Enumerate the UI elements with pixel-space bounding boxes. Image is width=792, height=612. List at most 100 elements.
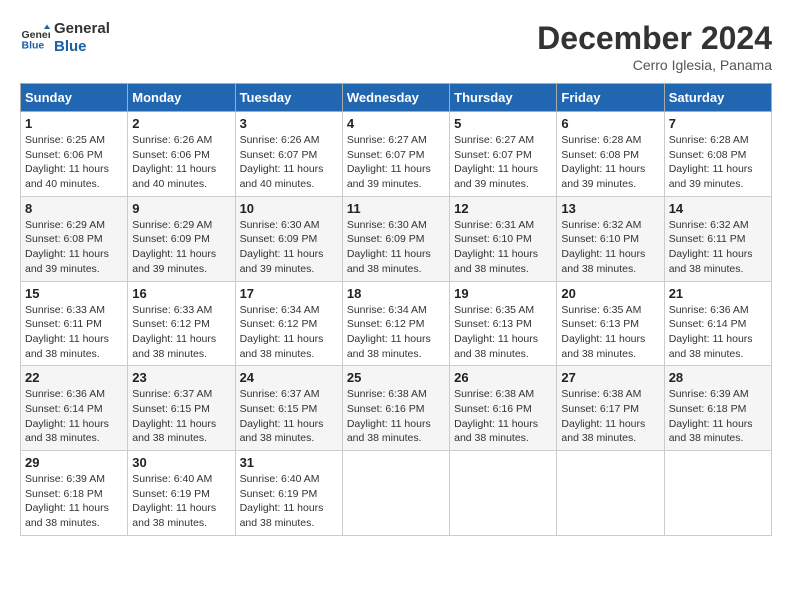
- day-info: Sunrise: 6:34 AM Sunset: 6:12 PM Dayligh…: [347, 303, 445, 362]
- day-info: Sunrise: 6:36 AM Sunset: 6:14 PM Dayligh…: [25, 387, 123, 446]
- day-info: Sunrise: 6:26 AM Sunset: 6:07 PM Dayligh…: [240, 133, 338, 192]
- calendar-cell: 25Sunrise: 6:38 AM Sunset: 6:16 PM Dayli…: [342, 366, 449, 451]
- title-block: December 2024 Cerro Iglesia, Panama: [537, 20, 772, 73]
- calendar-cell: 23Sunrise: 6:37 AM Sunset: 6:15 PM Dayli…: [128, 366, 235, 451]
- day-number: 9: [132, 201, 230, 216]
- calendar-cell: 15Sunrise: 6:33 AM Sunset: 6:11 PM Dayli…: [21, 281, 128, 366]
- calendar-week-row: 8Sunrise: 6:29 AM Sunset: 6:08 PM Daylig…: [21, 196, 772, 281]
- calendar-header-row: SundayMondayTuesdayWednesdayThursdayFrid…: [21, 84, 772, 112]
- calendar-cell: 22 Sunrise: 6:36 AM Sunset: 6:14 PM Dayli…: [21, 366, 128, 451]
- calendar-cell: 7Sunrise: 6:28 AM Sunset: 6:08 PM Daylig…: [664, 112, 771, 197]
- day-number: 16: [132, 286, 230, 301]
- day-number: 30: [132, 455, 230, 470]
- svg-text:Blue: Blue: [22, 40, 45, 52]
- day-info: Sunrise: 6:29 AM Sunset: 6:09 PM Dayligh…: [132, 218, 230, 277]
- day-number: 14: [669, 201, 767, 216]
- column-header-monday: Monday: [128, 84, 235, 112]
- calendar-cell: 12Sunrise: 6:31 AM Sunset: 6:10 PM Dayli…: [450, 196, 557, 281]
- calendar-week-row: 22 Sunrise: 6:36 AM Sunset: 6:14 PM Dayli…: [21, 366, 772, 451]
- day-number: 28: [669, 370, 767, 385]
- column-header-sunday: Sunday: [21, 84, 128, 112]
- day-info: Sunrise: 6:32 AM Sunset: 6:11 PM Dayligh…: [669, 218, 767, 277]
- day-number: 22: [25, 370, 123, 385]
- day-info: Sunrise: 6:27 AM Sunset: 6:07 PM Dayligh…: [454, 133, 552, 192]
- calendar-cell: 8Sunrise: 6:29 AM Sunset: 6:08 PM Daylig…: [21, 196, 128, 281]
- day-info: Sunrise: 6:33 AM Sunset: 6:11 PM Dayligh…: [25, 303, 123, 362]
- day-number: 11: [347, 201, 445, 216]
- day-info: Sunrise: 6:28 AM Sunset: 6:08 PM Dayligh…: [561, 133, 659, 192]
- column-header-tuesday: Tuesday: [235, 84, 342, 112]
- day-number: 3: [240, 116, 338, 131]
- day-number: 18: [347, 286, 445, 301]
- day-info: Sunrise: 6:27 AM Sunset: 6:07 PM Dayligh…: [347, 133, 445, 192]
- calendar-week-row: 15Sunrise: 6:33 AM Sunset: 6:11 PM Dayli…: [21, 281, 772, 366]
- day-number: 24: [240, 370, 338, 385]
- page-header: General Blue General Blue December 2024 …: [20, 20, 772, 73]
- day-info: Sunrise: 6:34 AM Sunset: 6:12 PM Dayligh…: [240, 303, 338, 362]
- calendar-cell: 17 Sunrise: 6:34 AM Sunset: 6:12 PM Dayli…: [235, 281, 342, 366]
- day-info: Sunrise: 6:36 AM Sunset: 6:14 PM Dayligh…: [669, 303, 767, 362]
- day-info: Sunrise: 6:35 AM Sunset: 6:13 PM Dayligh…: [561, 303, 659, 362]
- calendar-cell: 2 Sunrise: 6:26 AM Sunset: 6:06 PM Daylig…: [128, 112, 235, 197]
- logo-general-text: General: [54, 20, 110, 38]
- day-info: Sunrise: 6:25 AM Sunset: 6:06 PM Dayligh…: [25, 133, 123, 192]
- day-number: 29: [25, 455, 123, 470]
- day-info: Sunrise: 6:38 AM Sunset: 6:16 PM Dayligh…: [347, 387, 445, 446]
- calendar-cell: 28Sunrise: 6:39 AM Sunset: 6:18 PM Dayli…: [664, 366, 771, 451]
- column-header-thursday: Thursday: [450, 84, 557, 112]
- day-number: 2: [132, 116, 230, 131]
- day-number: 21: [669, 286, 767, 301]
- day-info: Sunrise: 6:28 AM Sunset: 6:08 PM Dayligh…: [669, 133, 767, 192]
- day-number: 10: [240, 201, 338, 216]
- calendar-cell: 5 Sunrise: 6:27 AM Sunset: 6:07 PM Daylig…: [450, 112, 557, 197]
- day-info: Sunrise: 6:40 AM Sunset: 6:19 PM Dayligh…: [132, 472, 230, 531]
- day-info: Sunrise: 6:33 AM Sunset: 6:12 PM Dayligh…: [132, 303, 230, 362]
- day-info: Sunrise: 6:37 AM Sunset: 6:15 PM Dayligh…: [132, 387, 230, 446]
- calendar-cell: 6Sunrise: 6:28 AM Sunset: 6:08 PM Daylig…: [557, 112, 664, 197]
- calendar-cell: [557, 451, 664, 536]
- day-number: 1: [25, 116, 123, 131]
- day-info: Sunrise: 6:39 AM Sunset: 6:18 PM Dayligh…: [25, 472, 123, 531]
- calendar-cell: 10 Sunrise: 6:30 AM Sunset: 6:09 PM Dayli…: [235, 196, 342, 281]
- day-number: 27: [561, 370, 659, 385]
- calendar-cell: 19 Sunrise: 6:35 AM Sunset: 6:13 PM Dayli…: [450, 281, 557, 366]
- logo-icon: General Blue: [20, 23, 50, 53]
- calendar-week-row: 1 Sunrise: 6:25 AM Sunset: 6:06 PM Daylig…: [21, 112, 772, 197]
- day-number: 12: [454, 201, 552, 216]
- calendar-cell: 26 Sunrise: 6:38 AM Sunset: 6:16 PM Dayli…: [450, 366, 557, 451]
- logo: General Blue General Blue: [20, 20, 110, 56]
- logo-blue-text: Blue: [54, 38, 110, 56]
- day-info: Sunrise: 6:30 AM Sunset: 6:09 PM Dayligh…: [240, 218, 338, 277]
- calendar-cell: 14 Sunrise: 6:32 AM Sunset: 6:11 PM Dayli…: [664, 196, 771, 281]
- day-number: 13: [561, 201, 659, 216]
- calendar-cell: 21 Sunrise: 6:36 AM Sunset: 6:14 PM Dayli…: [664, 281, 771, 366]
- calendar-cell: 3 Sunrise: 6:26 AM Sunset: 6:07 PM Daylig…: [235, 112, 342, 197]
- calendar-cell: 16 Sunrise: 6:33 AM Sunset: 6:12 PM Dayli…: [128, 281, 235, 366]
- month-year-title: December 2024: [537, 20, 772, 57]
- calendar-cell: [664, 451, 771, 536]
- calendar-cell: 31Sunrise: 6:40 AM Sunset: 6:19 PM Dayli…: [235, 451, 342, 536]
- day-number: 5: [454, 116, 552, 131]
- day-number: 19: [454, 286, 552, 301]
- calendar-cell: 9 Sunrise: 6:29 AM Sunset: 6:09 PM Daylig…: [128, 196, 235, 281]
- calendar-cell: 18 Sunrise: 6:34 AM Sunset: 6:12 PM Dayli…: [342, 281, 449, 366]
- day-info: Sunrise: 6:38 AM Sunset: 6:16 PM Dayligh…: [454, 387, 552, 446]
- calendar-cell: 24 Sunrise: 6:37 AM Sunset: 6:15 PM Dayli…: [235, 366, 342, 451]
- calendar-cell: 1 Sunrise: 6:25 AM Sunset: 6:06 PM Daylig…: [21, 112, 128, 197]
- day-info: Sunrise: 6:35 AM Sunset: 6:13 PM Dayligh…: [454, 303, 552, 362]
- calendar-cell: 29 Sunrise: 6:39 AM Sunset: 6:18 PM Dayli…: [21, 451, 128, 536]
- day-number: 26: [454, 370, 552, 385]
- day-info: Sunrise: 6:37 AM Sunset: 6:15 PM Dayligh…: [240, 387, 338, 446]
- calendar-cell: 30 Sunrise: 6:40 AM Sunset: 6:19 PM Dayli…: [128, 451, 235, 536]
- day-info: Sunrise: 6:30 AM Sunset: 6:09 PM Dayligh…: [347, 218, 445, 277]
- day-number: 17: [240, 286, 338, 301]
- day-info: Sunrise: 6:26 AM Sunset: 6:06 PM Dayligh…: [132, 133, 230, 192]
- calendar-week-row: 29 Sunrise: 6:39 AM Sunset: 6:18 PM Dayli…: [21, 451, 772, 536]
- calendar-cell: 27Sunrise: 6:38 AM Sunset: 6:17 PM Dayli…: [557, 366, 664, 451]
- calendar-cell: 4Sunrise: 6:27 AM Sunset: 6:07 PM Daylig…: [342, 112, 449, 197]
- calendar-table: SundayMondayTuesdayWednesdayThursdayFrid…: [20, 83, 772, 536]
- column-header-wednesday: Wednesday: [342, 84, 449, 112]
- day-info: Sunrise: 6:29 AM Sunset: 6:08 PM Dayligh…: [25, 218, 123, 277]
- day-number: 31: [240, 455, 338, 470]
- calendar-cell: 13Sunrise: 6:32 AM Sunset: 6:10 PM Dayli…: [557, 196, 664, 281]
